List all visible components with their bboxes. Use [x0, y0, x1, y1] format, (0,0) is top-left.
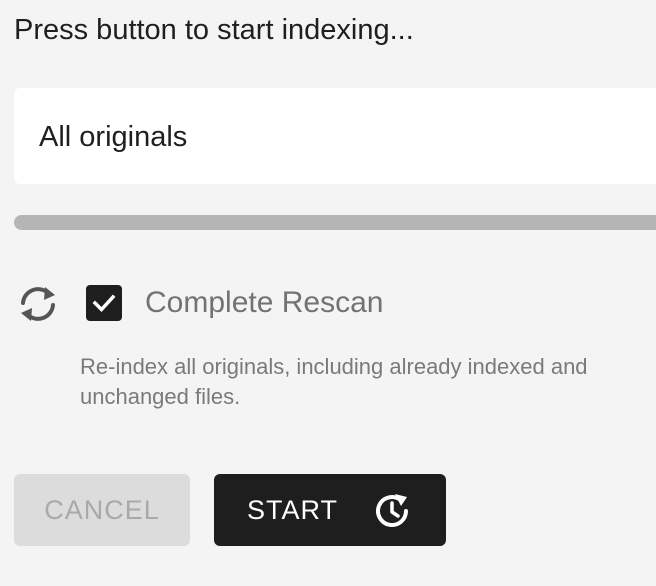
sync-icon	[21, 287, 55, 321]
status-message: Press button to start indexing...	[14, 14, 414, 46]
start-button-label: START	[247, 494, 339, 525]
path-select-value: All originals	[39, 121, 188, 153]
complete-rescan-label[interactable]: Complete Rescan	[145, 286, 383, 320]
path-select[interactable]: All originals	[14, 88, 656, 184]
index-page: Press button to start indexing... All or…	[0, 0, 656, 586]
complete-rescan-hint: Re-index all originals, including alread…	[80, 354, 588, 409]
indexing-progress-bar	[14, 215, 656, 230]
start-button[interactable]: START	[214, 474, 446, 546]
cancel-button[interactable]: CANCEL	[14, 474, 190, 546]
complete-rescan-checkbox[interactable]	[86, 285, 122, 321]
history-icon	[376, 494, 408, 528]
checkmark-icon	[92, 294, 116, 313]
cancel-button-label: CANCEL	[44, 494, 160, 525]
